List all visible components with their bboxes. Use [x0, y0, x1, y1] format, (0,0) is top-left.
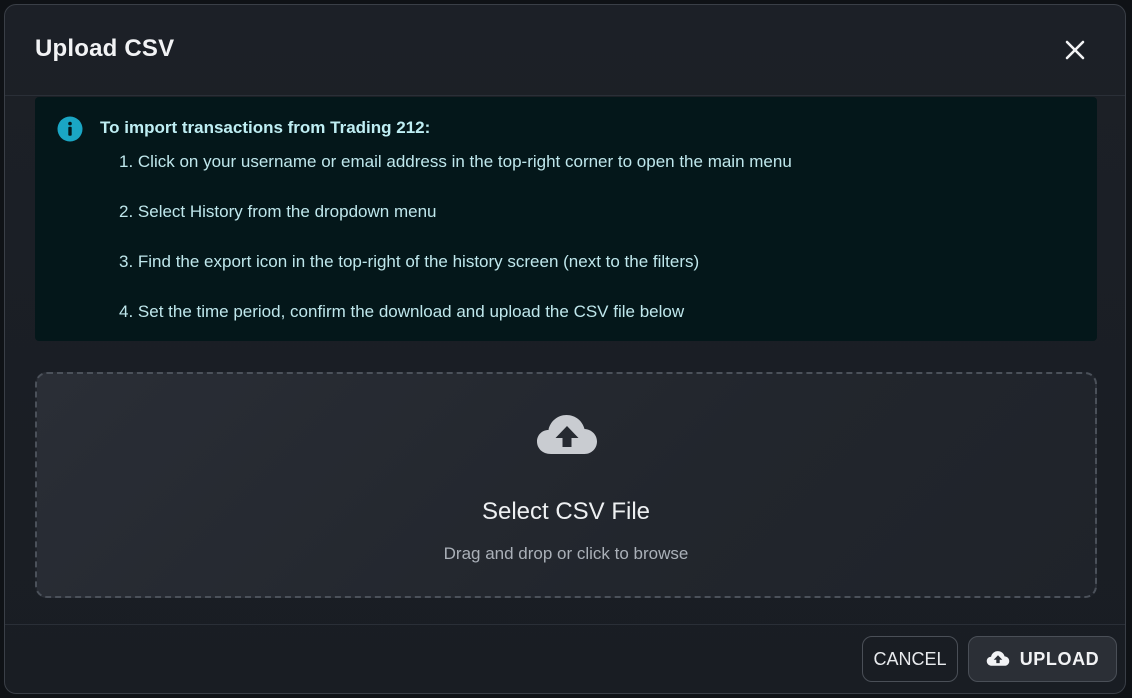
close-icon [1065, 40, 1085, 60]
info-icon [57, 116, 83, 142]
instruction-step: 1. Click on your username or email addre… [119, 152, 792, 171]
instructions-heading: To import transactions from Trading 212: [100, 118, 431, 137]
dialog-footer: CANCEL UPLOAD [5, 624, 1125, 693]
instruction-step: 4. Set the time period, confirm the down… [119, 302, 685, 321]
instructions-list: 1. Click on your username or email addre… [119, 152, 792, 352]
instruction-step: 3. Find the export icon in the top-right… [119, 252, 700, 271]
dialog-title: Upload CSV [35, 35, 175, 62]
dialog-header: Upload CSV [5, 5, 1125, 96]
instruction-step: 2. Select History from the dropdown menu [119, 202, 437, 221]
dropzone-title: Select CSV File [481, 498, 651, 525]
upload-button-label: UPLOAD [1019, 648, 1100, 669]
cancel-button[interactable]: CANCEL [862, 636, 958, 682]
upload-csv-dialog: Upload CSV To import transactions from T… [4, 4, 1126, 694]
dropzone-subtitle: Drag and drop or click to browse [443, 544, 689, 563]
close-button[interactable] [1061, 36, 1089, 64]
cloud-upload-icon [537, 415, 597, 454]
cloud-upload-icon [986, 651, 1009, 666]
upload-button[interactable]: UPLOAD [968, 636, 1117, 682]
import-instructions: To import transactions from Trading 212:… [35, 97, 1097, 341]
cancel-button-label: CANCEL [873, 648, 947, 669]
csv-dropzone[interactable]: Select CSV File Drag and drop or click t… [35, 372, 1097, 598]
